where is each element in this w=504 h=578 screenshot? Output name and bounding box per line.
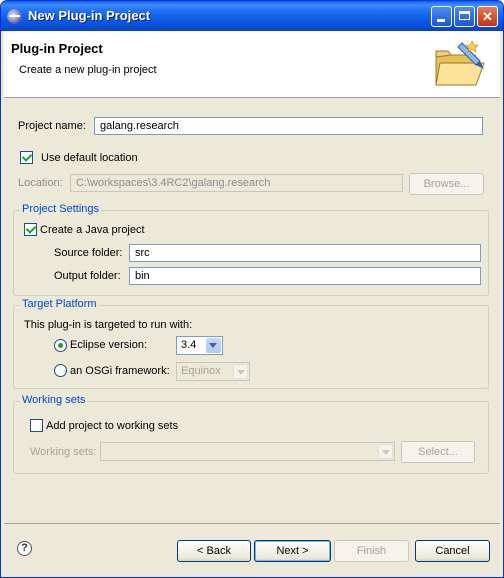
close-icon: ✕ bbox=[482, 9, 493, 24]
add-to-working-sets-checkbox[interactable] bbox=[30, 419, 43, 432]
source-folder-input[interactable]: src bbox=[129, 244, 481, 262]
add-to-working-sets-label: Add project to working sets bbox=[46, 420, 179, 432]
osgi-framework-select[interactable]: Equinox bbox=[176, 362, 250, 381]
maximize-button[interactable] bbox=[454, 6, 475, 27]
eclipse-version-radio[interactable] bbox=[54, 339, 67, 352]
eclipse-icon bbox=[7, 9, 22, 24]
maximize-icon bbox=[459, 11, 470, 20]
target-platform-description: This plug-in is targeted to run with: bbox=[24, 319, 193, 331]
cancel-button[interactable]: Cancel bbox=[415, 540, 490, 562]
use-default-location-label: Use default location bbox=[41, 152, 138, 164]
working-sets-group: Working sets bbox=[13, 394, 489, 474]
next-button[interactable]: Next > bbox=[254, 540, 331, 562]
minimize-icon bbox=[437, 19, 445, 22]
working-sets-label: Working sets: bbox=[30, 446, 97, 458]
eclipse-version-value: 3.4 bbox=[181, 339, 197, 351]
page-description: Create a new plug-in project bbox=[19, 64, 157, 76]
create-java-project-label: Create a Java project bbox=[40, 224, 145, 236]
create-java-project-checkbox[interactable] bbox=[24, 223, 37, 236]
help-icon[interactable]: ? bbox=[17, 541, 32, 556]
chevron-down-icon bbox=[378, 444, 393, 459]
wizard-header: Plug-in Project Create a new plug-in pro… bbox=[4, 31, 500, 98]
browse-button[interactable]: Browse... bbox=[409, 173, 484, 195]
page-title: Plug-in Project bbox=[11, 41, 103, 56]
location-label: Location: bbox=[18, 177, 63, 189]
back-button[interactable]: < Back bbox=[177, 540, 251, 562]
working-sets-legend: Working sets bbox=[20, 394, 88, 406]
target-platform-legend: Target Platform bbox=[20, 298, 99, 310]
osgi-framework-value: Equinox bbox=[181, 365, 221, 377]
close-button[interactable]: ✕ bbox=[477, 6, 498, 27]
working-sets-select[interactable] bbox=[100, 442, 395, 461]
osgi-framework-radio[interactable] bbox=[54, 364, 67, 377]
chevron-down-icon bbox=[233, 364, 248, 379]
title-bar[interactable]: New Plug-in Project ✕ bbox=[1, 1, 503, 31]
location-input[interactable]: C:\workspaces\3.4RC2\galang.research bbox=[70, 174, 403, 192]
project-settings-legend: Project Settings bbox=[20, 203, 102, 215]
eclipse-version-select[interactable]: 3.4 bbox=[176, 336, 223, 355]
folder-wizard-icon bbox=[435, 40, 485, 86]
use-default-location-checkbox[interactable] bbox=[20, 151, 33, 164]
osgi-framework-label: an OSGi framework: bbox=[70, 365, 170, 377]
eclipse-version-label: Eclipse version: bbox=[70, 339, 148, 351]
output-folder-label: Output folder: bbox=[54, 270, 121, 282]
output-folder-input[interactable]: bin bbox=[129, 267, 481, 285]
chevron-down-icon bbox=[206, 338, 221, 353]
footer-separator bbox=[4, 523, 500, 524]
project-name-label: Project name: bbox=[18, 120, 86, 132]
minimize-button[interactable] bbox=[431, 6, 452, 27]
project-name-input[interactable]: galang.research bbox=[94, 117, 483, 135]
window-title: New Plug-in Project bbox=[28, 8, 151, 23]
source-folder-label: Source folder: bbox=[54, 247, 123, 259]
select-working-sets-button[interactable]: Select... bbox=[401, 441, 475, 463]
dialog-window: New Plug-in Project ✕ Plug-in Project Cr… bbox=[0, 0, 504, 578]
finish-button[interactable]: Finish bbox=[334, 540, 409, 562]
